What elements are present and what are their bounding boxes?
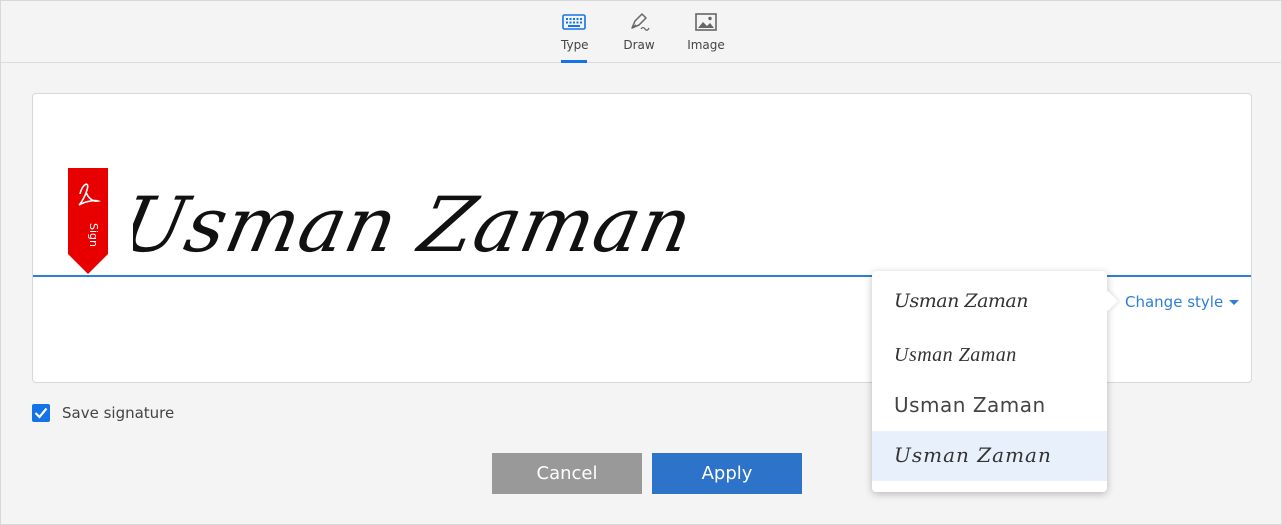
adobe-acrobat-icon: Sign (68, 168, 108, 274)
signature-style-menu: Usman Zaman Usman Zaman Usman Zaman Usma… (872, 271, 1107, 492)
apply-button[interactable]: Apply (652, 453, 802, 494)
chevron-down-icon (1229, 300, 1240, 305)
signature-preview: Usman Zaman (133, 182, 700, 270)
tab-draw-label: Draw (623, 38, 655, 52)
image-icon (695, 13, 717, 31)
pen-icon (631, 13, 650, 31)
tab-image-label: Image (687, 38, 725, 52)
signature-mode-tabs: Type Draw Image (1, 1, 1281, 63)
save-signature-checkbox[interactable] (32, 404, 50, 422)
style-option-1[interactable]: Usman Zaman (872, 277, 1107, 327)
keyboard-icon (562, 14, 586, 30)
style-option-3[interactable]: Usman Zaman (872, 381, 1107, 429)
style-option-4[interactable]: Usman Zaman (872, 431, 1107, 481)
tab-type[interactable]: Type (561, 11, 589, 63)
sign-flag-label: Sign (87, 223, 100, 247)
change-style-label: Change style (1125, 293, 1224, 311)
tab-draw[interactable]: Draw (621, 11, 657, 63)
style-option-2[interactable]: Usman Zaman (872, 331, 1107, 379)
tab-type-label: Type (561, 38, 589, 52)
change-style-dropdown[interactable]: Change style (1125, 293, 1240, 311)
save-signature-label: Save signature (62, 404, 175, 422)
tab-image[interactable]: Image (687, 11, 725, 63)
signature-text: Usman Zaman (133, 182, 700, 270)
cancel-button[interactable]: Cancel (492, 453, 642, 494)
checkmark-icon (34, 407, 48, 419)
